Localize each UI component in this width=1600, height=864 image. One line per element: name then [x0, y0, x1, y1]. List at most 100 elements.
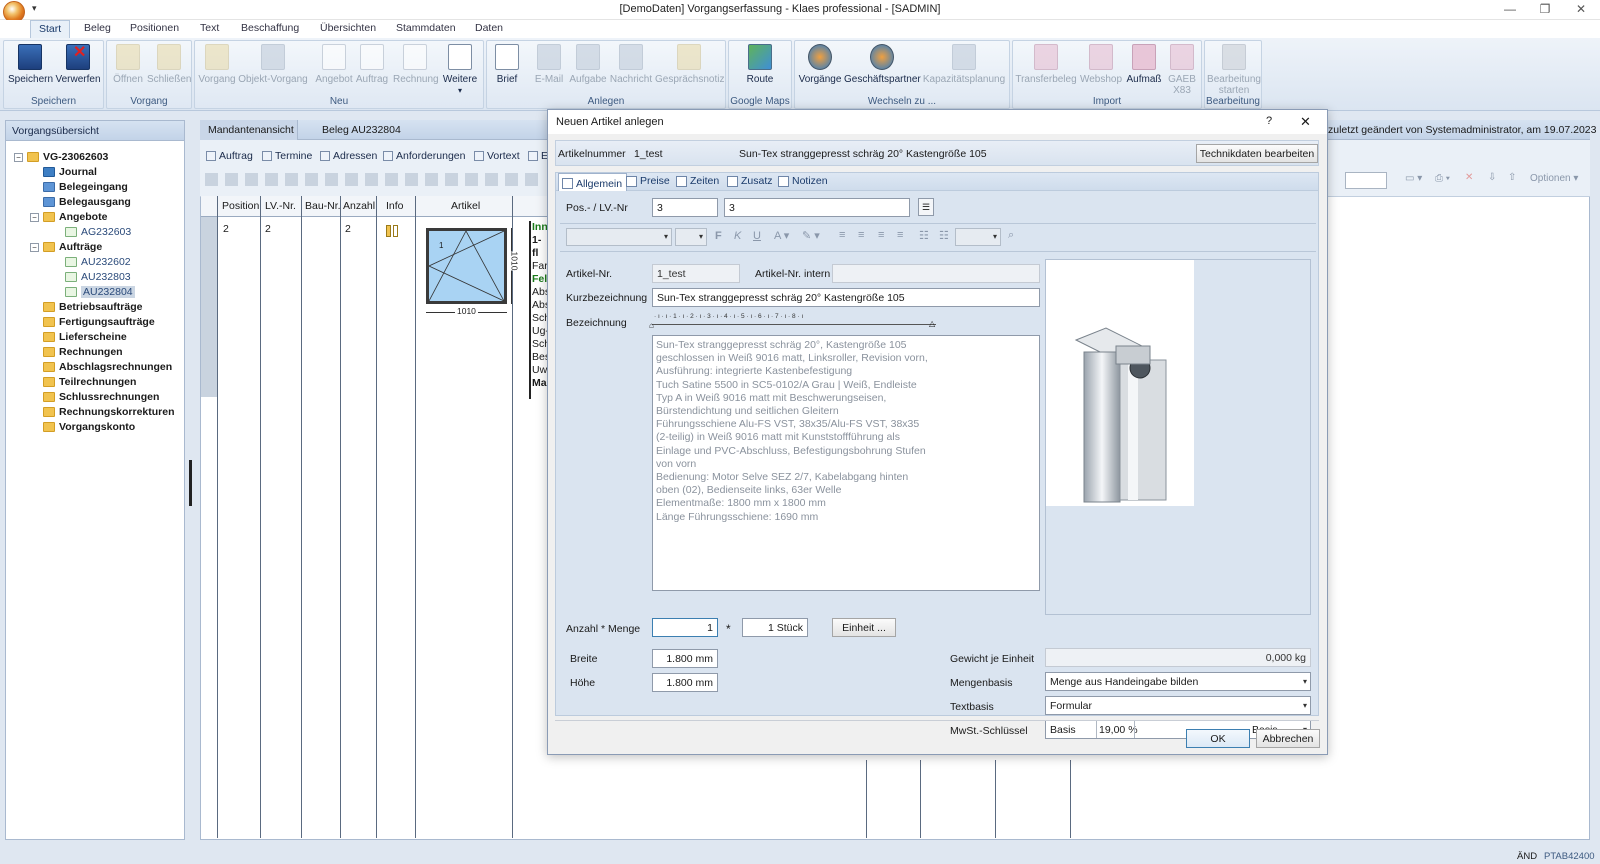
tab-zeiten[interactable]: Zeiten	[676, 175, 719, 187]
lv-input[interactable]: 3	[724, 198, 910, 217]
right-indent-marker-icon[interactable]: △	[929, 319, 935, 328]
termine-tool[interactable]: Termine	[262, 150, 312, 162]
anforderungen-tool[interactable]: Anforderungen	[383, 150, 465, 162]
collapse-toggle-icon[interactable]: −	[30, 243, 39, 252]
splitter-handle[interactable]	[189, 460, 192, 506]
tree-item-abschlagsrechnungen[interactable]: Abschlagsrechnungen	[43, 361, 172, 373]
tree-item-au232602[interactable]: AU232602	[65, 256, 131, 268]
hoehe-input[interactable]: 1.800 mm	[652, 673, 718, 692]
indent-marker-icon[interactable]: ⌂	[649, 321, 654, 330]
weitere-button[interactable]: Weitere ▾	[440, 44, 480, 96]
mengenbasis-select[interactable]: Menge aus Handeingabe bilden ▾	[1045, 672, 1311, 691]
email-button[interactable]: E-Mail	[533, 44, 565, 85]
view-dropdown-icon[interactable]: ▭ ▾	[1405, 173, 1422, 184]
help-icon[interactable]: ?	[1266, 115, 1272, 127]
delete-icon[interactable]: ✕	[1465, 172, 1473, 183]
row-selector[interactable]	[201, 217, 217, 397]
collapse-toggle-icon[interactable]: −	[14, 153, 23, 162]
transferbeleg-button[interactable]: Transferbeleg	[1015, 44, 1077, 85]
bullet-list-icon[interactable]: ☷	[919, 229, 929, 242]
info-marker-icon[interactable]	[393, 225, 398, 237]
tree-item-schlussrechnungen[interactable]: Schlussrechnungen	[43, 391, 159, 403]
tab-notizen[interactable]: Notizen	[778, 175, 828, 187]
col-bau-nr[interactable]: Bau-Nr.	[305, 200, 341, 212]
font-color-icon[interactable]: A ▾	[774, 229, 789, 242]
tree-root[interactable]: VG-23062603	[27, 151, 108, 163]
webshop-button[interactable]: Webshop	[1079, 44, 1123, 85]
tab-start[interactable]: Start	[30, 20, 71, 39]
route-button[interactable]: Route	[741, 44, 779, 85]
align-center-icon[interactable]: ≡	[858, 229, 864, 241]
oeffnen-button[interactable]: Öffnen	[110, 44, 146, 85]
style-select[interactable]: ▾	[955, 228, 1001, 246]
col-lv-nr[interactable]: LV.-Nr.	[265, 200, 296, 212]
col-info[interactable]: Info	[386, 200, 404, 212]
artikel-nr-field[interactable]: 1_test	[652, 264, 740, 283]
auftrag-tool[interactable]: Auftrag	[206, 150, 253, 162]
kapazitaetsplanung-button[interactable]: Kapazitätsplanung	[922, 44, 1006, 85]
tree-item-betriebsauftraege[interactable]: Betriebsaufträge	[43, 301, 142, 313]
italic-icon[interactable]: K	[734, 230, 741, 242]
gespraechsnotiz-button[interactable]: Gesprächsnotiz	[655, 44, 724, 85]
toolbar-icons[interactable]	[205, 173, 545, 186]
vortext-tool[interactable]: Vortext	[474, 150, 520, 162]
technikdaten-button[interactable]: Technikdaten bearbeiten	[1196, 144, 1318, 163]
tab-allgemein[interactable]: Allgemein	[558, 173, 628, 191]
print-dropdown-icon[interactable]: ⎙ ▾	[1435, 173, 1450, 184]
angebot-button[interactable]: Angebot	[315, 44, 353, 85]
close-icon[interactable]: ✕	[1300, 114, 1311, 130]
highlight-icon[interactable]: ✎ ▾	[802, 229, 820, 242]
rechnung-button[interactable]: Rechnung	[393, 44, 439, 85]
tree-item-ag232603[interactable]: AG232603	[65, 226, 131, 238]
tab-positionen[interactable]: Positionen	[130, 22, 179, 34]
pos-input[interactable]: 3	[652, 198, 718, 217]
tree-item-journal[interactable]: Journal	[43, 166, 97, 178]
tab-beschaffung[interactable]: Beschaffung	[241, 22, 299, 34]
tab-beleg[interactable]: Beleg	[84, 22, 111, 34]
numbered-list-icon[interactable]: ☷	[939, 229, 949, 242]
nachricht-button[interactable]: Nachricht	[609, 44, 653, 85]
tree-item-auftraege[interactable]: Aufträge	[43, 241, 102, 253]
tab-daten[interactable]: Daten	[475, 22, 503, 34]
tree-item-belegeingang[interactable]: Belegeingang	[43, 181, 128, 193]
tab-stammdaten[interactable]: Stammdaten	[396, 22, 456, 34]
col-anzahl[interactable]: Anzahl	[343, 200, 375, 212]
text-ruler[interactable]: · ı · ı · 1 · ı · 2 · ı · 3 · ı · 4 · ı …	[652, 313, 936, 325]
move-down-icon[interactable]: ⇩	[1488, 172, 1496, 183]
bezeichnung-textarea[interactable]: Sun-Tex stranggepresst schräg 20°, Kaste…	[652, 335, 1040, 591]
tree-item-rechnungen[interactable]: Rechnungen	[43, 346, 123, 358]
justify-icon[interactable]: ≡	[897, 229, 903, 241]
tree-item-au232803[interactable]: AU232803	[65, 271, 131, 283]
font-family-select[interactable]: ▾	[566, 228, 672, 246]
bold-icon[interactable]: F	[715, 230, 722, 242]
verwerfen-button[interactable]: Verwerfen	[54, 44, 102, 85]
align-left-icon[interactable]: ≡	[839, 229, 845, 241]
bearbeitung-starten-button[interactable]: Bearbeitung starten	[1207, 44, 1261, 96]
col-artikel[interactable]: Artikel	[451, 200, 480, 212]
einheit-button[interactable]: Einheit ...	[832, 618, 896, 637]
tree-item-lieferscheine[interactable]: Lieferscheine	[43, 331, 127, 343]
minimize-icon[interactable]: —	[1495, 2, 1525, 16]
gaeb-x83-button[interactable]: GAEB X83	[1165, 44, 1199, 96]
tree-item-belegausgang[interactable]: Belegausgang	[43, 196, 131, 208]
geschaeftspartner-button[interactable]: Geschäftspartner	[844, 44, 921, 85]
options-dropdown[interactable]: Optionen ▾	[1530, 173, 1578, 184]
tree-item-rechnungskorrekturen[interactable]: Rechnungskorrekturen	[43, 406, 175, 418]
speichern-button[interactable]: Speichern	[8, 44, 53, 85]
tree-item-fertigungsauftraege[interactable]: Fertigungsaufträge	[43, 316, 155, 328]
font-size-select[interactable]: ▾	[675, 228, 707, 246]
filter-input[interactable]	[1345, 172, 1387, 189]
align-right-icon[interactable]: ≡	[878, 229, 884, 241]
tab-mandantenansicht[interactable]: Mandantenansicht	[200, 120, 298, 140]
tree-item-teilrechnungen[interactable]: Teilrechnungen	[43, 376, 136, 388]
tab-zusatz[interactable]: Zusatz	[727, 175, 773, 187]
restore-icon[interactable]: ❐	[1530, 2, 1560, 16]
ok-button[interactable]: OK	[1186, 729, 1250, 748]
tab-beleg-au232804[interactable]: Beleg AU232804	[322, 124, 401, 136]
col-position[interactable]: Position	[222, 200, 259, 212]
vorgang-button[interactable]: Vorgang	[197, 44, 237, 85]
abbrechen-button[interactable]: Abbrechen	[1256, 729, 1320, 748]
breite-input[interactable]: 1.800 mm	[652, 649, 718, 668]
tab-uebersichten[interactable]: Übersichten	[320, 22, 376, 34]
aufmass-button[interactable]: Aufmaß	[1125, 44, 1163, 85]
